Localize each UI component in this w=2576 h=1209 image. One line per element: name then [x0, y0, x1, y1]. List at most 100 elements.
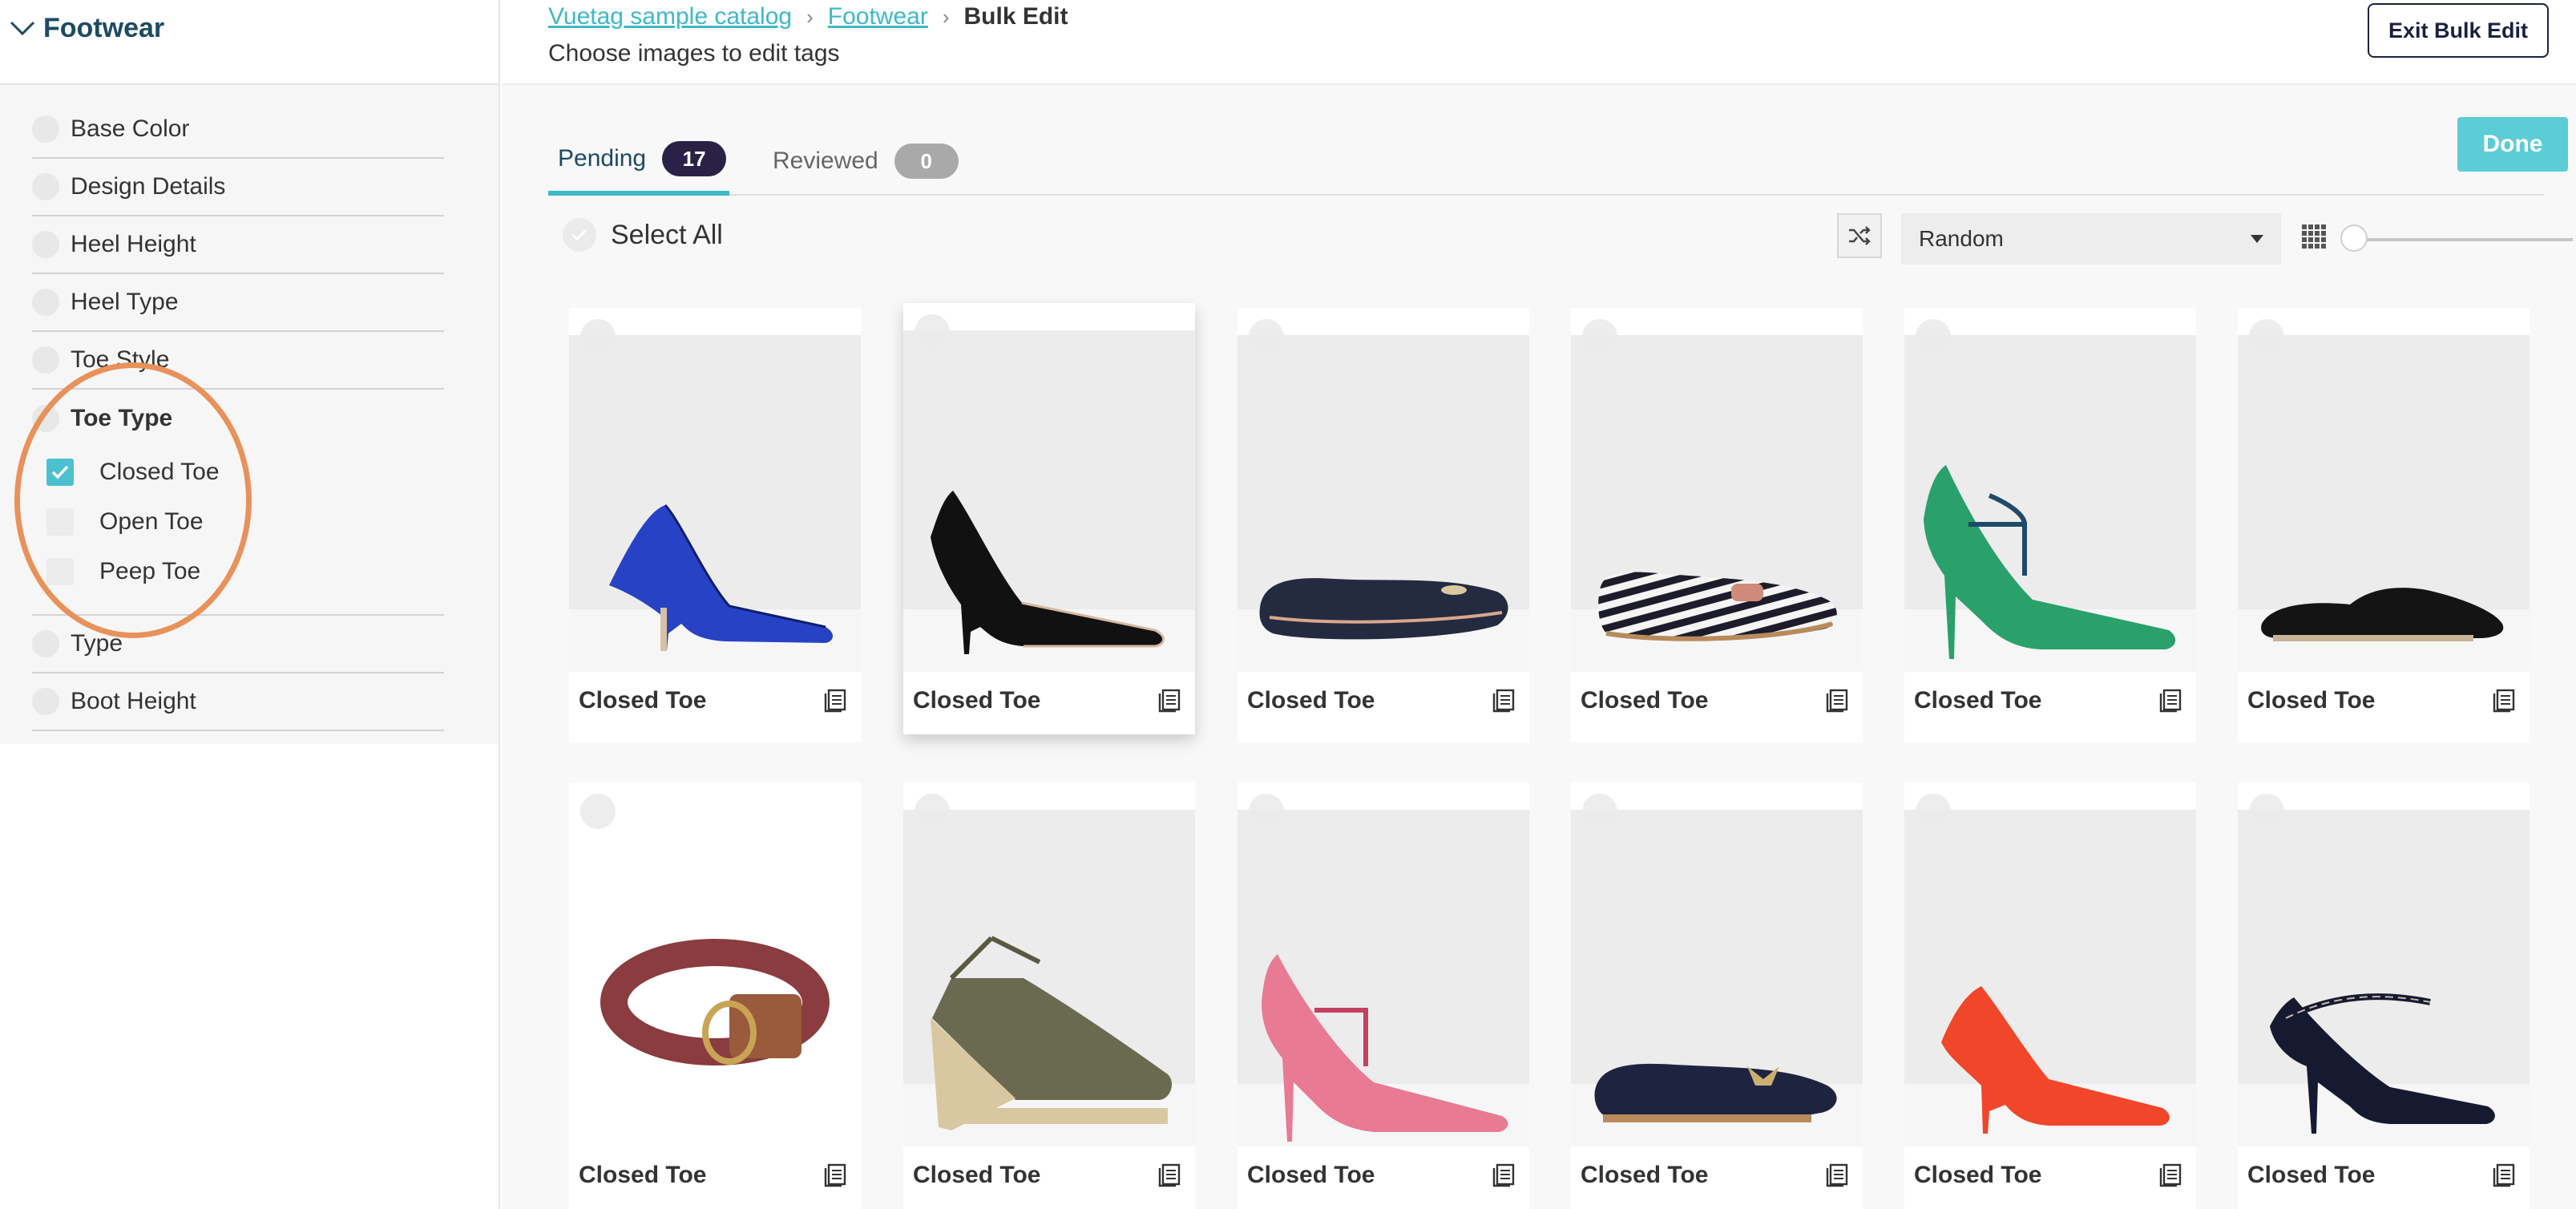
product-card[interactable]: Closed Toe — [1904, 308, 2196, 742]
product-card[interactable]: Closed Toe — [1238, 308, 1529, 742]
attribute-toe-type[interactable]: Toe Type — [32, 390, 444, 447]
done-button[interactable]: Done — [2457, 117, 2568, 172]
product-image[interactable] — [1904, 810, 2196, 1146]
notes-icon — [1158, 689, 1181, 713]
product-image[interactable] — [2238, 810, 2530, 1146]
product-card[interactable]: Closed Toe — [569, 308, 861, 742]
product-image[interactable] — [2238, 335, 2530, 672]
card-footer: Closed Toe — [903, 677, 1195, 725]
radio-icon[interactable] — [32, 231, 59, 258]
espadrille-image — [931, 936, 1172, 1130]
product-card[interactable]: Closed Toe — [1571, 308, 1863, 742]
attribute-label: Toe Type — [71, 405, 173, 431]
sort-dropdown[interactable]: Random — [1901, 213, 2281, 265]
notes-icon — [2159, 1163, 2182, 1187]
pink-heel-image — [1262, 954, 1508, 1142]
radio-icon[interactable] — [32, 115, 59, 143]
tag-label: Closed Toe — [913, 1162, 1041, 1188]
pending-count-badge: 17 — [662, 141, 727, 176]
product-card[interactable]: Closed Toe — [1238, 782, 1529, 1209]
radio-icon[interactable] — [32, 405, 59, 432]
product-image[interactable] — [1571, 335, 1863, 672]
product-image[interactable] — [1238, 810, 1529, 1146]
tag-label: Closed Toe — [1581, 1162, 1709, 1188]
sidebar: Footwear Base Color Design Details Heel … — [0, 0, 500, 1209]
select-check-icon[interactable] — [580, 794, 616, 829]
product-image[interactable] — [1904, 335, 2196, 672]
product-card[interactable]: Closed Toe — [903, 782, 1195, 1209]
attribute-base-color[interactable]: Base Color — [32, 101, 444, 159]
select-check-icon[interactable] — [915, 794, 950, 829]
attribute-type[interactable]: Type — [32, 616, 444, 673]
black-loafer-image — [2261, 588, 2504, 641]
option-closed-toe[interactable]: Closed Toe — [32, 447, 444, 497]
select-check-icon[interactable] — [2249, 794, 2284, 829]
product-image[interactable] — [903, 330, 1195, 672]
attribute-boot-height[interactable]: Boot Height — [32, 673, 444, 731]
option-peep-toe[interactable]: Peep Toe — [32, 547, 444, 596]
product-image[interactable] — [903, 810, 1195, 1146]
product-card[interactable]: Closed Toe — [2238, 308, 2530, 742]
product-card[interactable]: Closed Toe — [903, 303, 1195, 734]
checkbox-checked[interactable] — [46, 459, 74, 486]
notes-icon — [1492, 1163, 1515, 1187]
select-check-icon[interactable] — [1249, 794, 1284, 829]
tag-label: Closed Toe — [2247, 687, 2376, 714]
product-image[interactable] — [569, 335, 861, 672]
notes-icon — [824, 1163, 846, 1187]
zoom-slider-track[interactable] — [2345, 238, 2573, 241]
blue-pump-image — [609, 503, 834, 651]
notes-icon — [2493, 689, 2515, 713]
attribute-design-details[interactable]: Design Details — [32, 159, 444, 216]
tab-reviewed[interactable]: Reviewed 0 — [773, 127, 959, 196]
checkbox[interactable] — [46, 558, 74, 585]
tab-pending[interactable]: Pending 17 — [548, 127, 729, 196]
zoom-slider-handle[interactable] — [2340, 224, 2368, 252]
radio-icon[interactable] — [32, 630, 59, 657]
radio-icon[interactable] — [32, 289, 59, 316]
exit-bulk-edit-button[interactable]: Exit Bulk Edit — [2368, 3, 2549, 58]
card-footer: Closed Toe — [903, 1151, 1195, 1199]
select-check-icon[interactable] — [1916, 319, 1951, 354]
page-subtitle: Choose images to edit tags — [548, 40, 840, 67]
product-image[interactable] — [569, 810, 861, 1146]
select-check-icon[interactable] — [2249, 319, 2284, 354]
select-check-icon[interactable] — [580, 319, 616, 354]
product-card[interactable]: Closed Toe — [569, 782, 861, 1209]
radio-icon[interactable] — [32, 346, 59, 374]
select-check-icon[interactable] — [915, 314, 950, 350]
radio-icon[interactable] — [32, 173, 59, 200]
card-footer: Closed Toe — [569, 677, 861, 725]
select-check-icon[interactable] — [1582, 319, 1617, 354]
green-heel-image — [1924, 465, 2176, 659]
checkmark-icon — [51, 465, 69, 479]
product-card[interactable]: Closed Toe — [1904, 782, 2196, 1209]
select-check-icon[interactable] — [1249, 319, 1284, 354]
checkbox[interactable] — [46, 508, 74, 536]
attribute-heel-height[interactable]: Heel Height — [32, 216, 444, 274]
black-pump-image — [931, 491, 1165, 654]
reviewed-count-badge: 0 — [894, 144, 959, 179]
radio-icon[interactable] — [32, 688, 59, 715]
small-grid-icon[interactable] — [2302, 224, 2326, 253]
attribute-heel-type[interactable]: Heel Type — [32, 274, 444, 332]
tag-label: Closed Toe — [1914, 687, 2042, 714]
shuffle-button[interactable] — [1837, 213, 1882, 258]
breadcrumb-footwear-link[interactable]: Footwear — [828, 3, 928, 30]
chevron-down-icon[interactable] — [6, 12, 38, 44]
sidebar-header[interactable]: Footwear — [0, 0, 499, 85]
attribute-toe-style[interactable]: Toe Style — [32, 332, 444, 390]
sort-value: Random — [1919, 226, 2004, 251]
product-card[interactable]: Closed Toe — [2238, 782, 2530, 1209]
option-open-toe[interactable]: Open Toe — [32, 497, 444, 547]
select-all[interactable]: Select All — [563, 218, 723, 252]
breadcrumb-catalog-link[interactable]: Vuetag sample catalog — [548, 3, 792, 30]
select-check-icon[interactable] — [1582, 794, 1617, 829]
product-image[interactable] — [1238, 335, 1529, 672]
product-card[interactable]: Closed Toe — [1571, 782, 1863, 1209]
select-check-icon[interactable] — [1916, 794, 1951, 829]
product-image[interactable] — [1571, 810, 1863, 1146]
select-all-check-icon[interactable] — [563, 218, 596, 252]
card-footer: Closed Toe — [1238, 677, 1529, 725]
attribute-label: Toe Style — [71, 346, 170, 373]
